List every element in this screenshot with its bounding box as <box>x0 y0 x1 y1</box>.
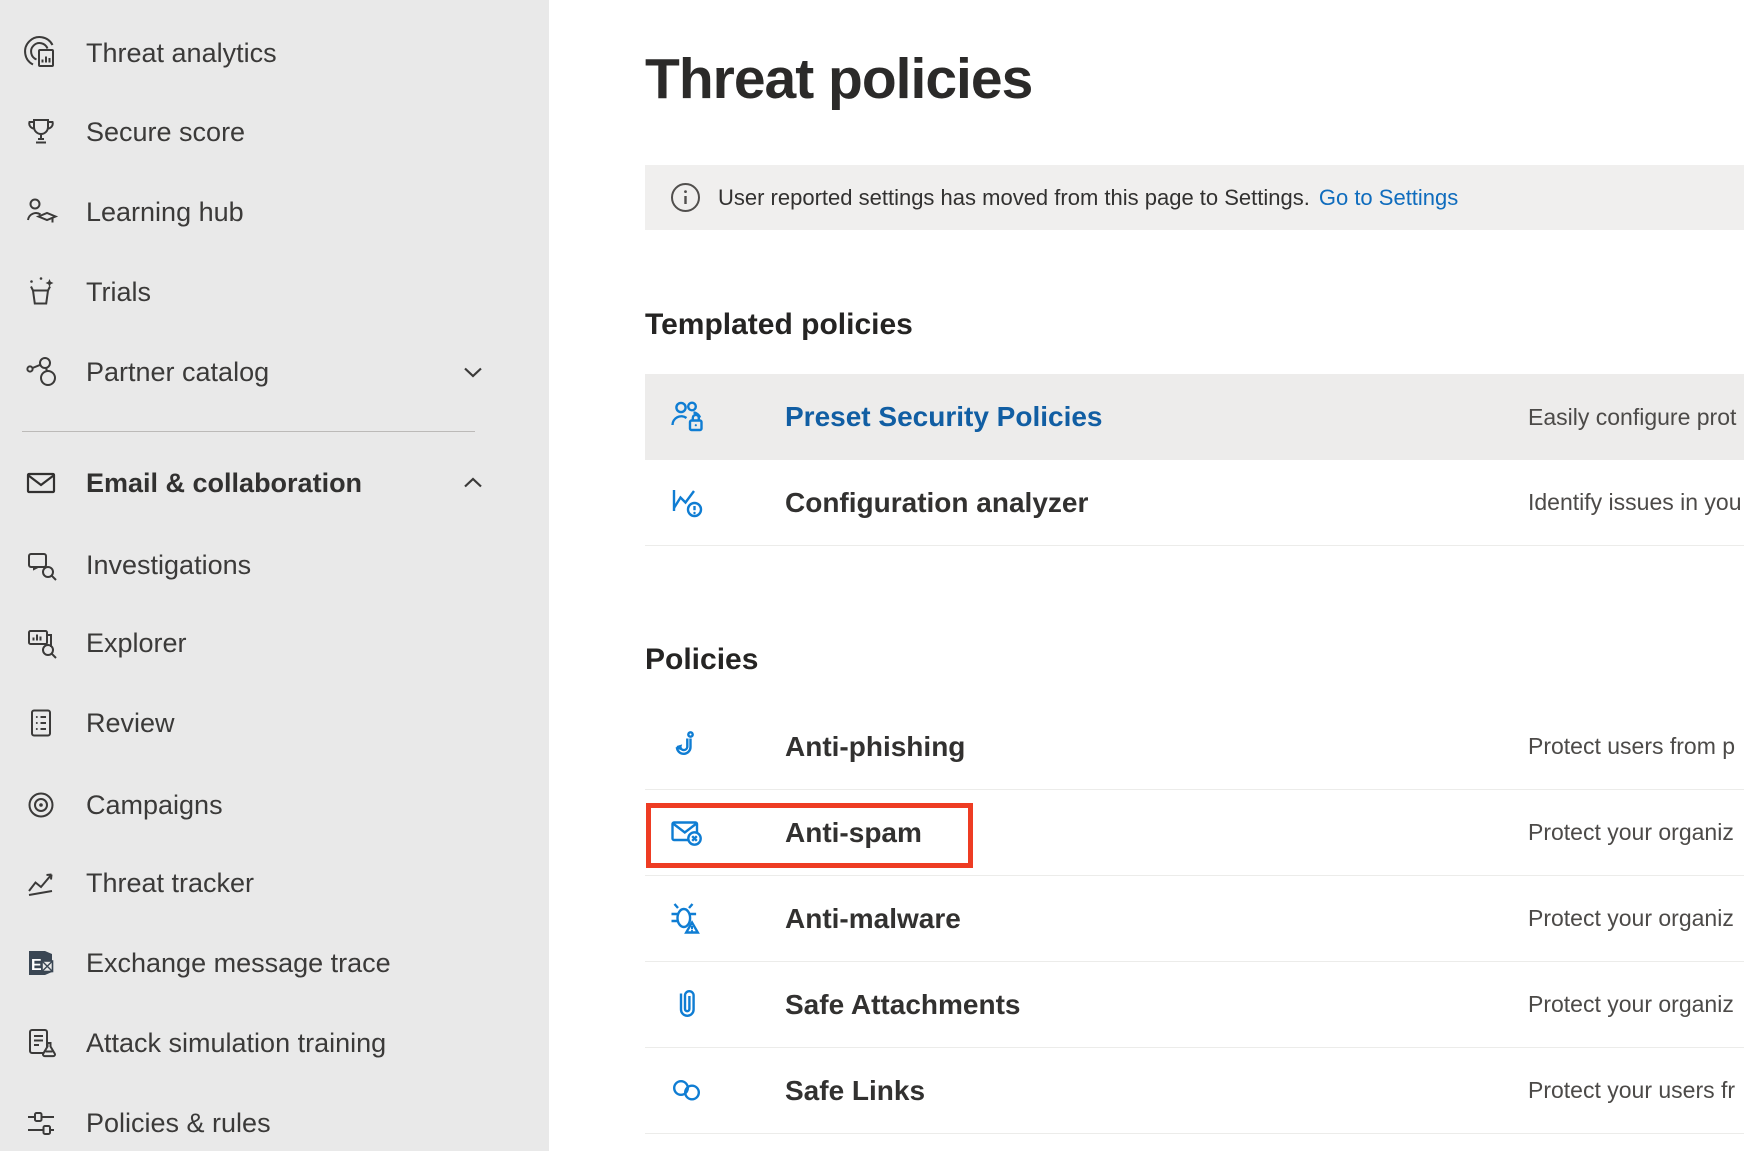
row-anti-malware[interactable]: Anti-malware Protect your organiz <box>645 876 1744 962</box>
sidebar-item-learning-hub[interactable]: Learning hub <box>0 183 549 241</box>
sidebar: Threat analytics Secure score Learning h… <box>0 0 549 1151</box>
sidebar-item-label: Campaigns <box>86 790 223 821</box>
row-label[interactable]: Safe Links <box>785 1075 925 1107</box>
sidebar-item-partner-catalog[interactable]: Partner catalog <box>0 343 549 401</box>
row-description: Protect your organiz <box>1528 819 1744 846</box>
svg-text:E: E <box>31 957 42 974</box>
row-description: Protect your organiz <box>1528 991 1744 1018</box>
safe-attachments-icon <box>665 983 709 1027</box>
policies-heading: Policies <box>645 639 758 681</box>
row-label[interactable]: Configuration analyzer <box>785 487 1088 519</box>
learning-hub-icon <box>22 193 60 231</box>
sidebar-item-investigations[interactable]: Investigations <box>0 536 549 594</box>
trials-icon <box>22 273 60 311</box>
threat-policies-page: { "sidebar": { "items": [ {"label": "Thr… <box>0 0 1744 1151</box>
sidebar-item-policies-rules[interactable]: Policies & rules <box>0 1094 549 1152</box>
row-description: Protect users from p <box>1528 733 1744 760</box>
row-label[interactable]: Anti-malware <box>785 903 961 935</box>
row-description: Easily configure prot <box>1528 404 1744 431</box>
sidebar-item-label: Exchange message trace <box>86 948 391 979</box>
exchange-message-trace-icon: E <box>22 944 60 982</box>
row-anti-spam[interactable]: Anti-spam Protect your organiz <box>645 790 1744 876</box>
sidebar-item-campaigns[interactable]: Campaigns <box>0 776 549 834</box>
row-safe-links[interactable]: Safe Links Protect your users fr <box>645 1048 1744 1134</box>
sidebar-item-label: Partner catalog <box>86 357 269 388</box>
sidebar-item-secure-score[interactable]: Secure score <box>0 103 549 161</box>
row-safe-attachments[interactable]: Safe Attachments Protect your organiz <box>645 962 1744 1048</box>
anti-phishing-icon <box>665 725 709 769</box>
attack-simulation-training-icon <box>22 1024 60 1062</box>
sidebar-item-label: Attack simulation training <box>86 1028 386 1059</box>
sidebar-item-attack-simulation-training[interactable]: Attack simulation training <box>0 1014 549 1072</box>
sidebar-item-label: Explorer <box>86 628 187 659</box>
info-banner: User reported settings has moved from th… <box>645 165 1744 230</box>
threat-analytics-icon <box>22 34 60 72</box>
row-anti-phishing[interactable]: Anti-phishing Protect users from p <box>645 704 1744 790</box>
row-label[interactable]: Safe Attachments <box>785 989 1020 1021</box>
anti-spam-icon <box>665 811 709 855</box>
page-title: Threat policies <box>645 46 1032 112</box>
chevron-down-icon[interactable] <box>460 359 486 385</box>
sidebar-item-threat-analytics[interactable]: Threat analytics <box>0 24 549 82</box>
sidebar-item-label: Review <box>86 708 175 739</box>
sidebar-item-label: Threat tracker <box>86 868 254 899</box>
sidebar-item-label: Learning hub <box>86 197 244 228</box>
templated-policies-heading: Templated policies <box>645 304 913 346</box>
sidebar-item-label: Policies & rules <box>86 1108 271 1139</box>
row-label[interactable]: Preset Security Policies <box>785 401 1103 433</box>
sidebar-item-explorer[interactable]: Explorer <box>0 614 549 672</box>
sidebar-item-label: Secure score <box>86 117 245 148</box>
anti-malware-icon <box>665 897 709 941</box>
row-description: Protect your users fr <box>1528 1077 1744 1104</box>
review-icon <box>22 704 60 742</box>
row-preset-security-policies[interactable]: Preset Security Policies Easily configur… <box>645 374 1744 460</box>
sidebar-item-review[interactable]: Review <box>0 694 549 752</box>
go-to-settings-link[interactable]: Go to Settings <box>1319 185 1458 211</box>
row-label[interactable]: Anti-spam <box>785 817 922 849</box>
sidebar-item-label: Trials <box>86 277 151 308</box>
explorer-icon <box>22 624 60 662</box>
configuration-analyzer-icon <box>665 481 709 525</box>
row-description: Identify issues in you <box>1528 489 1744 516</box>
preset-security-policies-icon <box>665 395 709 439</box>
banner-text: User reported settings has moved from th… <box>718 185 1310 211</box>
investigations-icon <box>22 546 60 584</box>
sidebar-item-label: Investigations <box>86 550 251 581</box>
sidebar-item-label: Email & collaboration <box>86 468 362 499</box>
row-description: Protect your organiz <box>1528 905 1744 932</box>
partner-catalog-icon <box>22 353 60 391</box>
sidebar-item-label: Threat analytics <box>86 38 277 69</box>
sidebar-item-threat-tracker[interactable]: Threat tracker <box>0 854 549 912</box>
policies-rules-icon <box>22 1104 60 1142</box>
info-icon <box>670 182 701 213</box>
sidebar-item-email-collaboration[interactable]: Email & collaboration <box>0 454 549 512</box>
row-configuration-analyzer[interactable]: Configuration analyzer Identify issues i… <box>645 460 1744 546</box>
sidebar-item-exchange-message-trace[interactable]: E Exchange message trace <box>0 934 549 992</box>
sidebar-item-trials[interactable]: Trials <box>0 263 549 321</box>
row-label[interactable]: Anti-phishing <box>785 731 965 763</box>
secure-score-icon <box>22 113 60 151</box>
campaigns-icon <box>22 786 60 824</box>
threat-tracker-icon <box>22 864 60 902</box>
chevron-up-icon[interactable] <box>460 470 486 496</box>
email-collaboration-icon <box>22 464 60 502</box>
sidebar-divider <box>22 431 475 432</box>
safe-links-icon <box>665 1069 709 1113</box>
